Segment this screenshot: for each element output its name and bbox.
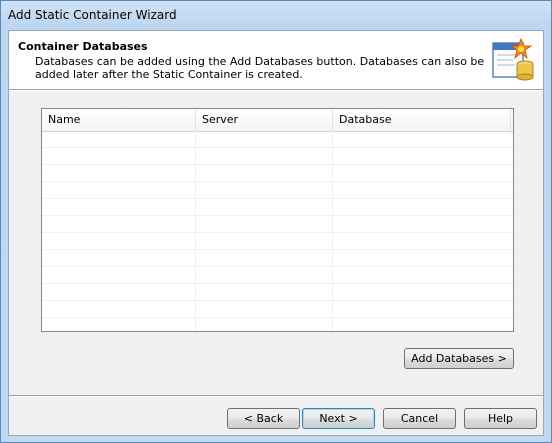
table-row [42,148,513,165]
table-row [42,267,513,284]
table-row [42,233,513,250]
column-header-database[interactable]: Database [333,109,511,131]
wizard-window: Add Static Container Wizard Container Da… [0,0,552,443]
window-title: Add Static Container Wizard [8,8,177,22]
column-header-server[interactable]: Server [196,109,333,131]
table-row [42,131,513,148]
column-header-name[interactable]: Name [42,109,196,131]
add-databases-button[interactable]: Add Databases > [404,348,514,369]
table-row [42,165,513,182]
back-button[interactable]: < Back [227,408,300,429]
table-row [42,182,513,199]
next-button[interactable]: Next > [302,408,375,429]
wizard-client-area: Container Databases Databases can be add… [8,30,544,436]
title-bar[interactable]: Add Static Container Wizard [1,1,551,29]
page-description: Databases can be added using the Add Dat… [35,55,485,81]
header-separator [9,90,543,91]
footer-separator-highlight [9,396,543,397]
table-row [42,250,513,267]
cancel-button[interactable]: Cancel [383,408,456,429]
databases-list[interactable]: Name Server Database [41,108,514,332]
table-row [42,199,513,216]
wizard-database-star-icon [492,37,534,81]
page-title: Container Databases [18,40,148,53]
help-button[interactable]: Help [464,408,537,429]
wizard-header: Container Databases Databases can be add… [9,31,543,90]
table-row [42,216,513,233]
table-row [42,301,513,318]
table-row [42,284,513,301]
list-header: Name Server Database [42,109,513,132]
